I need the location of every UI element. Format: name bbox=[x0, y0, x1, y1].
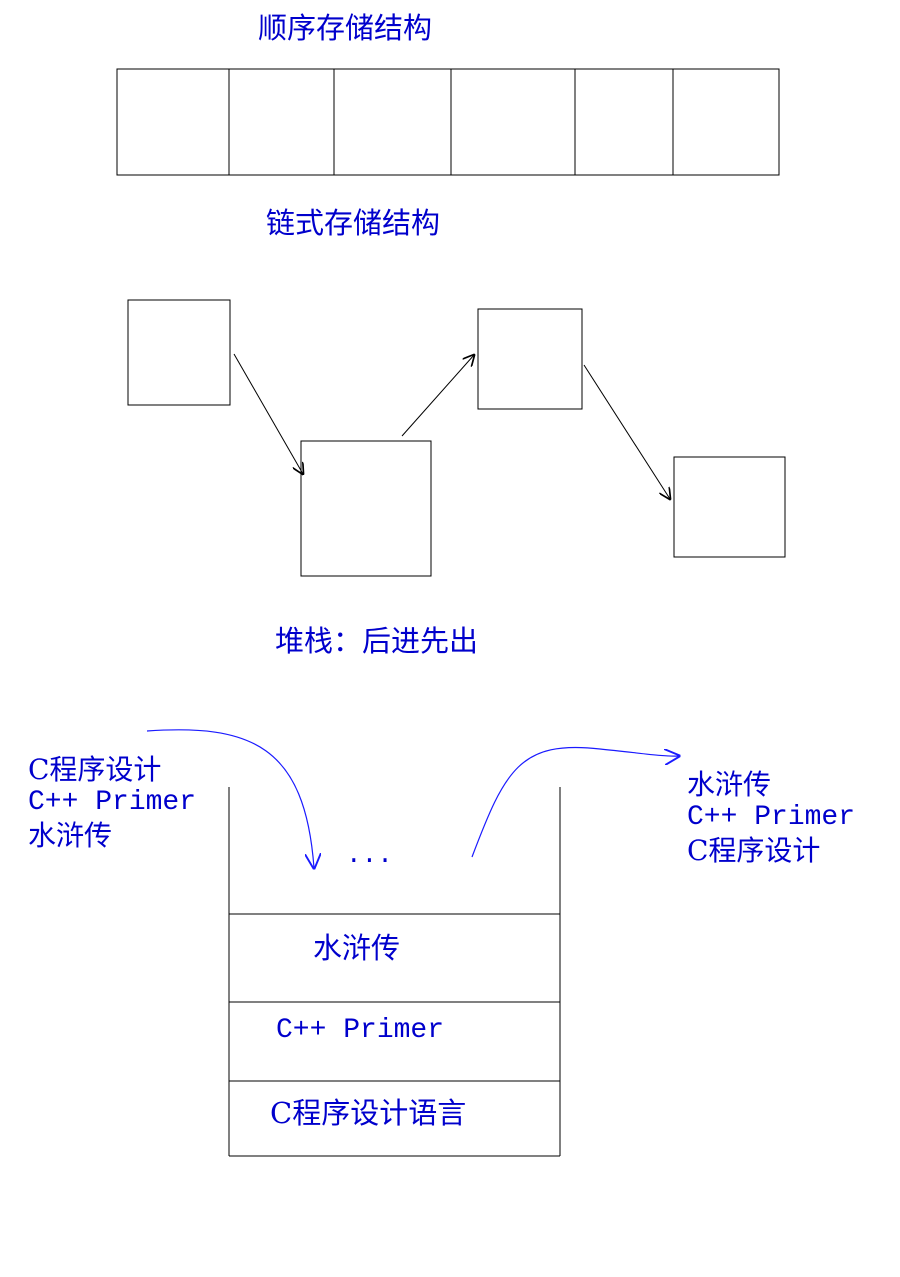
stack-item: C程序设计语言 bbox=[270, 1096, 467, 1130]
linked-list bbox=[127, 299, 786, 577]
pop-item: C++ Primer bbox=[687, 802, 856, 833]
stack-item: C++ Primer bbox=[276, 1015, 445, 1046]
linked-storage-title: 链式存储结构 bbox=[266, 206, 441, 240]
push-order-list: C程序设计 C++ Primer 水浒传 bbox=[28, 753, 196, 852]
pointer-arrow bbox=[401, 355, 474, 437]
push-item: 水浒传 bbox=[28, 819, 113, 852]
stack-top-placeholder: ... bbox=[346, 840, 393, 870]
push-item: C++ Primer bbox=[28, 787, 197, 818]
push-item: C程序设计 bbox=[28, 753, 162, 786]
stack-title: 堆栈：后进先出 bbox=[275, 624, 479, 658]
list-node bbox=[673, 456, 786, 558]
stack-item: 水浒传 bbox=[313, 931, 401, 965]
sequential-array bbox=[116, 68, 780, 176]
pointer-arrow bbox=[233, 353, 303, 474]
pop-order-list: 水浒传 C++ Primer C程序设计 bbox=[687, 768, 855, 867]
list-node bbox=[127, 299, 231, 406]
sequential-storage-title: 顺序存储结构 bbox=[258, 11, 433, 45]
diagram-canvas: 顺序存储结构 链式存储结构 堆栈：后进先出 C程序设计 C++ Primer 水… bbox=[0, 0, 900, 1277]
array-outline bbox=[116, 68, 780, 176]
pop-item: 水浒传 bbox=[687, 768, 772, 801]
pop-item: C程序设计 bbox=[687, 834, 821, 867]
pop-arrow bbox=[471, 746, 679, 858]
list-node bbox=[477, 308, 583, 410]
pointer-arrow bbox=[583, 364, 670, 499]
list-node bbox=[300, 440, 432, 577]
